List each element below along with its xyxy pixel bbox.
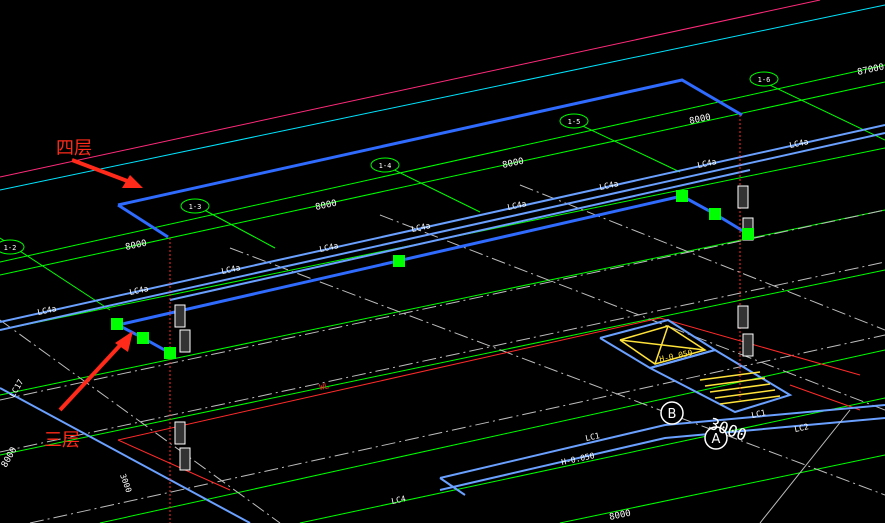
axis-label-a: A xyxy=(712,432,721,447)
beam-label: LC4a xyxy=(697,157,718,170)
floor3-annotation: 三层 xyxy=(44,430,80,451)
dimension-text: 8000 xyxy=(315,199,338,213)
floor4-annotation: 四层 xyxy=(56,138,92,159)
dimension-text: 8000 xyxy=(689,113,712,127)
beam-label: LC2 xyxy=(794,422,810,434)
elevation-label: H-0.050 xyxy=(561,451,596,467)
beam-label: LC17 xyxy=(8,378,26,399)
axis-label: 1-2 xyxy=(4,244,17,252)
dimension-text: 8000 xyxy=(0,446,19,470)
beam-label: LC4 xyxy=(391,494,407,506)
axis-label: 1-3 xyxy=(189,203,202,211)
beam-label: LC4a xyxy=(319,241,340,254)
beam-label: LC4a xyxy=(37,304,58,317)
dimension-text: 8000 xyxy=(125,239,148,253)
beam-label: LC4a xyxy=(789,137,810,150)
axis-label: 1-6 xyxy=(758,76,771,84)
beam-label: LC4a xyxy=(507,199,528,212)
cad-viewport[interactable]: 8000 8000 8000 8000 8000 87000 8000 3000… xyxy=(0,0,885,523)
note-label: WL xyxy=(319,381,330,392)
floor3-beam[interactable] xyxy=(117,169,751,355)
note-label: 3000 xyxy=(118,473,133,494)
beam-label: LC4a xyxy=(129,284,150,297)
axis-label: 1-4 xyxy=(379,162,392,170)
beam-label: LC4a xyxy=(411,221,432,234)
dimension-text: 87000 xyxy=(857,63,885,78)
beam-label: LC4a xyxy=(599,179,620,192)
beam-label: LC1 xyxy=(751,408,767,420)
dimension-text: 8000 xyxy=(609,509,632,523)
dimension-text: 8000 xyxy=(502,157,525,171)
axis-label: 1-5 xyxy=(568,118,581,126)
axis-label-b: B xyxy=(668,407,677,422)
beam-label: LC4a xyxy=(221,263,242,276)
